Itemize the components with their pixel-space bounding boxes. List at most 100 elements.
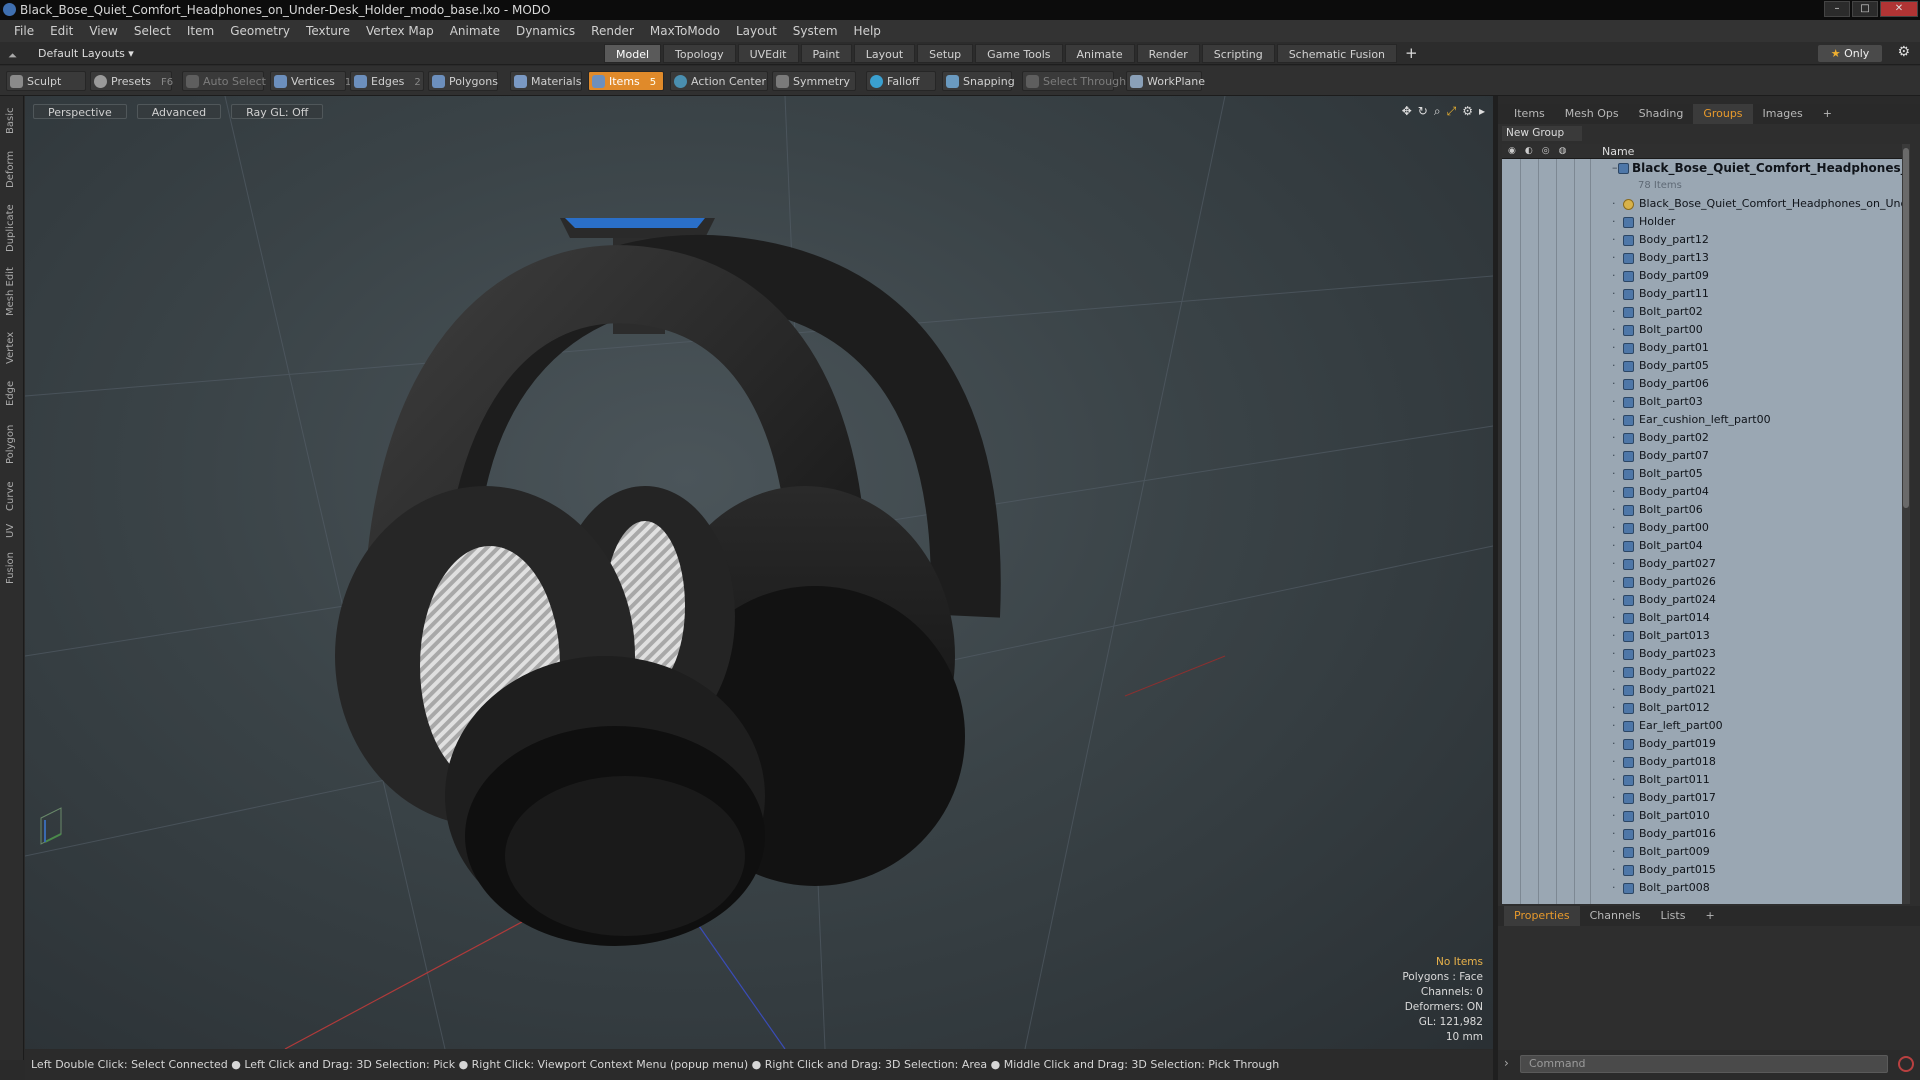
tab-schematic-fusion[interactable]: Schematic Fusion [1276,44,1398,63]
symmetry-button[interactable]: Symmetry [772,71,856,91]
expand-icon[interactable]: – [1612,159,1618,177]
list-item[interactable]: · Body_part023 [1502,645,1902,663]
perspective-view-button[interactable]: Perspective [33,104,127,119]
panel-tab-images[interactable]: Images [1753,104,1813,124]
list-item[interactable]: · Bolt_part012 [1502,699,1902,717]
left-tab-fusion[interactable]: Fusion [5,546,19,590]
list-item[interactable]: · Body_part09 [1502,267,1902,285]
falloff-button[interactable]: Falloff [866,71,936,91]
only-button[interactable]: ★ Only [1818,45,1882,62]
list-item[interactable]: · Body_part017 [1502,789,1902,807]
select-through-button[interactable]: Select Through [1022,71,1126,91]
tab-render[interactable]: Render [1136,44,1200,63]
close-button[interactable]: ✕ [1880,1,1918,17]
list-item[interactable]: · Body_part021 [1502,681,1902,699]
left-tab-polygon[interactable]: Polygon [5,416,19,472]
prop-tab-channels[interactable]: Channels [1580,906,1651,926]
fit-icon[interactable]: ⤢ [1447,104,1457,119]
items-button[interactable]: Items 5 [588,71,664,91]
menu-file[interactable]: File [6,20,42,42]
menu-vertex-map[interactable]: Vertex Map [358,20,442,42]
tab-paint[interactable]: Paint [800,44,852,63]
gear-icon[interactable]: ⚙ [1897,44,1910,60]
list-item[interactable]: · Body_part022 [1502,663,1902,681]
menu-texture[interactable]: Texture [298,20,358,42]
list-item[interactable]: · Body_part13 [1502,249,1902,267]
vertices-button[interactable]: Vertices 1 [270,71,351,91]
menu-maxtomodo[interactable]: MaxToModo [642,20,728,42]
panel-tab-items[interactable]: Items [1504,104,1555,124]
list-item[interactable]: · Body_part015 [1502,861,1902,879]
list-item[interactable]: · Body_part12 [1502,231,1902,249]
eye-icon[interactable]: ◉ [1508,146,1516,156]
list-item[interactable]: · Body_part027 [1502,555,1902,573]
tab-topology[interactable]: Topology [663,44,736,63]
list-item[interactable]: · Body_part01 [1502,339,1902,357]
panel-tab-mesh-ops[interactable]: Mesh Ops [1555,104,1629,124]
list-item[interactable]: · Bolt_part011 [1502,771,1902,789]
list-item[interactable]: · Bolt_part06 [1502,501,1902,519]
viewport-gear-icon[interactable]: ⚙ [1462,104,1473,119]
panel-tab-groups[interactable]: Groups [1693,104,1753,124]
list-item[interactable]: · Bolt_part010 [1502,807,1902,825]
snapping-button[interactable]: Snapping [942,71,1015,91]
list-item[interactable]: · Bolt_part05 [1502,465,1902,483]
left-tab-duplicate[interactable]: Duplicate [5,198,19,258]
tab-setup[interactable]: Setup [917,44,974,63]
menu-system[interactable]: System [785,20,846,42]
list-item[interactable]: · Ear_left_part00 [1502,717,1902,735]
list-item[interactable]: · Bolt_part00 [1502,321,1902,339]
sculpt-button[interactable]: Sculpt [6,71,86,91]
left-tab-deform[interactable]: Deform [5,144,19,194]
menu-geometry[interactable]: Geometry [222,20,298,42]
list-item[interactable]: · Bolt_part008 [1502,879,1902,897]
list-item[interactable]: · Holder [1502,213,1902,231]
menu-view[interactable]: View [81,20,125,42]
tab-animate[interactable]: Animate [1064,44,1135,63]
zoom-icon[interactable]: ⌕ [1434,104,1441,119]
tab-model[interactable]: Model [604,44,662,63]
ray-gl-button[interactable]: Ray GL: Off [231,104,324,119]
list-item[interactable]: · Body_part05 [1502,357,1902,375]
new-group-button[interactable]: New Group [1502,126,1582,141]
list-item[interactable]: · Body_part02 [1502,429,1902,447]
select-icon[interactable]: ◍ [1559,146,1567,156]
add-prop-tab-icon[interactable]: + [1695,906,1724,926]
lock-icon[interactable]: ◎ [1542,146,1550,156]
command-input[interactable]: Command [1520,1055,1888,1073]
list-item[interactable]: · Bolt_part02 [1502,303,1902,321]
left-tab-uv[interactable]: UV [5,520,19,542]
list-item[interactable]: · Bolt_part009 [1502,843,1902,861]
viewport-menu-icon[interactable]: ▸ [1479,104,1485,119]
list-item[interactable]: · Ear_cushion_left_part00 [1502,411,1902,429]
add-tab-icon[interactable]: + [1399,44,1424,63]
tab-uvedit[interactable]: UVEdit [737,44,799,63]
locator-row[interactable]: · Black_Bose_Quiet_Comfort_Headphones_on… [1502,195,1902,213]
default-layouts-dropdown[interactable]: ⏶ Default Layouts ▾ [8,45,134,62]
list-item[interactable]: · Body_part07 [1502,447,1902,465]
list-item[interactable]: · Body_part024 [1502,591,1902,609]
maximize-button[interactable]: □ [1852,1,1878,17]
left-tab-basic[interactable]: Basic [5,102,19,140]
left-tab-mesh-edit[interactable]: Mesh Edit [5,262,19,322]
list-item[interactable]: · Body_part06 [1502,375,1902,393]
prop-tab-properties[interactable]: Properties [1504,906,1580,926]
menu-layout[interactable]: Layout [728,20,785,42]
polygons-button[interactable]: Polygons [428,71,498,91]
list-item[interactable]: · Bolt_part03 [1502,393,1902,411]
root-group-row[interactable]: – Black_Bose_Quiet_Comfort_Headphones_on… [1502,159,1902,177]
list-item[interactable]: · Body_part018 [1502,753,1902,771]
minimize-button[interactable]: – [1824,1,1850,17]
menu-dynamics[interactable]: Dynamics [508,20,583,42]
prop-tab-lists[interactable]: Lists [1651,906,1696,926]
menu-select[interactable]: Select [126,20,179,42]
auto-select-button[interactable]: Auto Select [182,71,266,91]
menu-render[interactable]: Render [583,20,642,42]
list-item[interactable]: · Body_part11 [1502,285,1902,303]
3d-viewport[interactable]: Perspective Advanced Ray GL: Off ✥ ↻ ⌕ ⤢… [25,96,1493,1049]
pan-icon[interactable]: ✥ [1402,104,1412,119]
add-panel-tab-icon[interactable]: + [1813,104,1842,124]
presets-button[interactable]: Presets F6 [90,71,173,91]
tab-game-tools[interactable]: Game Tools [975,44,1063,63]
materials-button[interactable]: Materials [510,71,582,91]
